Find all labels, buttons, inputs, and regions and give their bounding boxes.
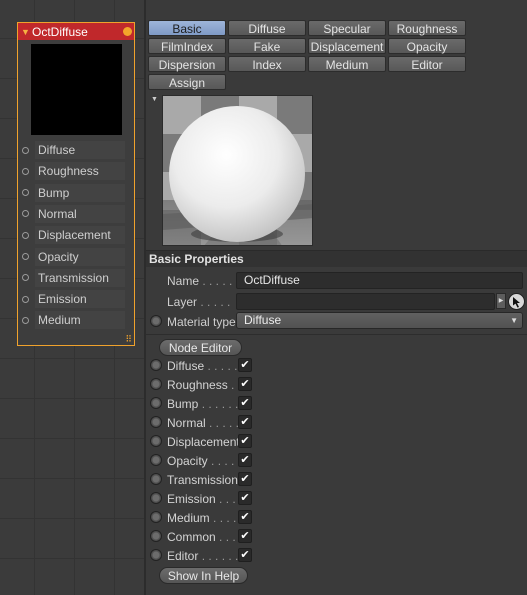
transmission-checkbox[interactable]: ✔ <box>238 472 252 486</box>
node-port-medium[interactable]: Medium <box>18 311 134 330</box>
input-port-icon[interactable] <box>22 231 29 239</box>
node-title: OctDiffuse <box>32 24 88 39</box>
medium-label: Medium . . . . <box>167 511 237 525</box>
layer-field[interactable] <box>236 293 495 310</box>
tab-editor[interactable]: Editor <box>388 56 466 72</box>
collapse-triangle-icon[interactable]: ▼ <box>21 27 32 37</box>
displacement-label: Displacement <box>167 435 240 449</box>
tab-displacement[interactable]: Displacement <box>308 38 386 54</box>
roughness-label: Roughness . . <box>167 378 242 392</box>
tab-roughness[interactable]: Roughness <box>388 20 466 36</box>
tab-dispersion[interactable]: Dispersion <box>148 56 226 72</box>
node-preview-swatch <box>31 44 122 135</box>
tab-specular[interactable]: Specular <box>308 20 386 36</box>
name-field[interactable]: OctDiffuse <box>236 272 523 289</box>
material-preview <box>162 95 313 246</box>
diffuse-radio[interactable] <box>150 359 162 371</box>
displacement-radio[interactable] <box>150 435 162 447</box>
show-in-help-button[interactable]: Show In Help <box>159 567 248 584</box>
editor-radio[interactable] <box>150 549 162 561</box>
input-port-icon[interactable] <box>22 189 29 197</box>
port-label: Diffuse <box>35 141 125 159</box>
roughness-checkbox[interactable]: ✔ <box>238 377 252 391</box>
node-port-opacity[interactable]: Opacity <box>18 247 134 266</box>
tab-assign[interactable]: Assign <box>148 74 226 90</box>
node-header[interactable]: ▼ OctDiffuse <box>18 23 134 40</box>
panel-splitter[interactable] <box>144 0 146 595</box>
emission-radio[interactable] <box>150 492 162 504</box>
transmission-label: Transmission <box>167 473 238 487</box>
tab-medium[interactable]: Medium <box>308 56 386 72</box>
input-port-icon[interactable] <box>22 295 29 303</box>
medium-checkbox[interactable]: ✔ <box>238 510 252 524</box>
layer-label: Layer . . . . . <box>167 295 231 309</box>
common-radio[interactable] <box>150 530 162 542</box>
tab-basic[interactable]: Basic <box>148 20 226 36</box>
tab-fake-shadows[interactable]: Fake shadows <box>228 38 306 70</box>
normal-label: Normal . . . . . <box>167 416 240 430</box>
opacity-checkbox[interactable]: ✔ <box>238 453 252 467</box>
layer-popup-arrow-icon[interactable]: ▶ <box>496 293 506 309</box>
normal-radio[interactable] <box>150 416 162 428</box>
port-label: Bump <box>35 183 125 202</box>
diffuse-label: Diffuse . . . . . <box>167 359 238 373</box>
input-port-icon[interactable] <box>22 146 29 154</box>
tab-opacity[interactable]: Opacity <box>388 38 466 54</box>
output-port-icon[interactable] <box>123 27 132 36</box>
resize-handle-icon[interactable]: ⠿ <box>125 335 132 344</box>
common-label: Common . . . <box>167 530 236 544</box>
node-port-diffuse[interactable]: Diffuse <box>18 141 134 159</box>
displacement-checkbox[interactable]: ✔ <box>238 434 252 448</box>
node-port-emission[interactable]: Emission <box>18 290 134 309</box>
port-label: Transmission <box>35 268 125 287</box>
emission-checkbox[interactable]: ✔ <box>238 491 252 505</box>
tab-index[interactable]: Index <box>228 56 306 72</box>
tab-filmindex[interactable]: FilmIndex <box>148 38 226 54</box>
tab-diffuse[interactable]: Diffuse <box>228 20 306 36</box>
basic-properties-header[interactable]: Basic Properties <box>146 250 527 267</box>
section-title: Basic Properties <box>149 252 244 266</box>
input-port-icon[interactable] <box>22 253 29 260</box>
input-port-icon[interactable] <box>22 316 29 324</box>
emission-label: Emission . . . <box>167 492 236 506</box>
bump-label: Bump . . . . . . <box>167 397 239 411</box>
input-port-icon[interactable] <box>22 274 29 282</box>
bump-radio[interactable] <box>150 397 162 409</box>
common-checkbox[interactable]: ✔ <box>238 529 252 543</box>
normal-checkbox[interactable]: ✔ <box>238 415 252 429</box>
layer-picker-icon[interactable] <box>508 293 525 310</box>
port-label: Medium <box>35 311 125 330</box>
editor-checkbox[interactable]: ✔ <box>238 548 252 562</box>
bump-checkbox[interactable]: ✔ <box>238 396 252 410</box>
input-port-icon[interactable] <box>22 167 29 175</box>
diffuse-checkbox[interactable]: ✔ <box>238 358 252 372</box>
port-label: Normal <box>35 204 125 223</box>
editor-label: Editor . . . . . . <box>167 549 239 563</box>
material-type-select[interactable]: Diffuse ▼ <box>236 312 523 329</box>
material-node[interactable]: ▼ OctDiffuse Diffuse Roughness Bump Normal D… <box>17 22 135 346</box>
port-label: Emission <box>35 290 125 309</box>
transmission-radio[interactable] <box>150 473 162 485</box>
material-type-value: Diffuse <box>244 313 282 327</box>
material-type-label: Material type <box>167 315 236 329</box>
node-port-transmission[interactable]: Transmission <box>18 268 134 287</box>
name-label: Name . . . . . <box>167 274 233 288</box>
node-port-bump[interactable]: Bump <box>18 183 134 202</box>
node-port-normal[interactable]: Normal <box>18 204 134 223</box>
node-port-roughness[interactable]: Roughness <box>18 162 134 181</box>
port-label: Displacement <box>35 226 125 245</box>
medium-radio[interactable] <box>150 511 162 523</box>
material-type-radio[interactable] <box>150 315 162 327</box>
port-label: Opacity <box>35 247 125 266</box>
port-label: Roughness <box>35 162 125 181</box>
opacity-radio[interactable] <box>150 454 162 466</box>
opacity-label: Opacity . . . . <box>167 454 235 468</box>
divider <box>146 334 527 335</box>
input-port-icon[interactable] <box>22 210 29 218</box>
preview-collapse-icon[interactable]: ▼ <box>151 96 158 103</box>
node-editor-button[interactable]: Node Editor <box>159 339 242 356</box>
node-port-displacement[interactable]: Displacement <box>18 226 134 245</box>
roughness-radio[interactable] <box>150 378 162 390</box>
chevron-down-icon: ▼ <box>510 316 518 325</box>
